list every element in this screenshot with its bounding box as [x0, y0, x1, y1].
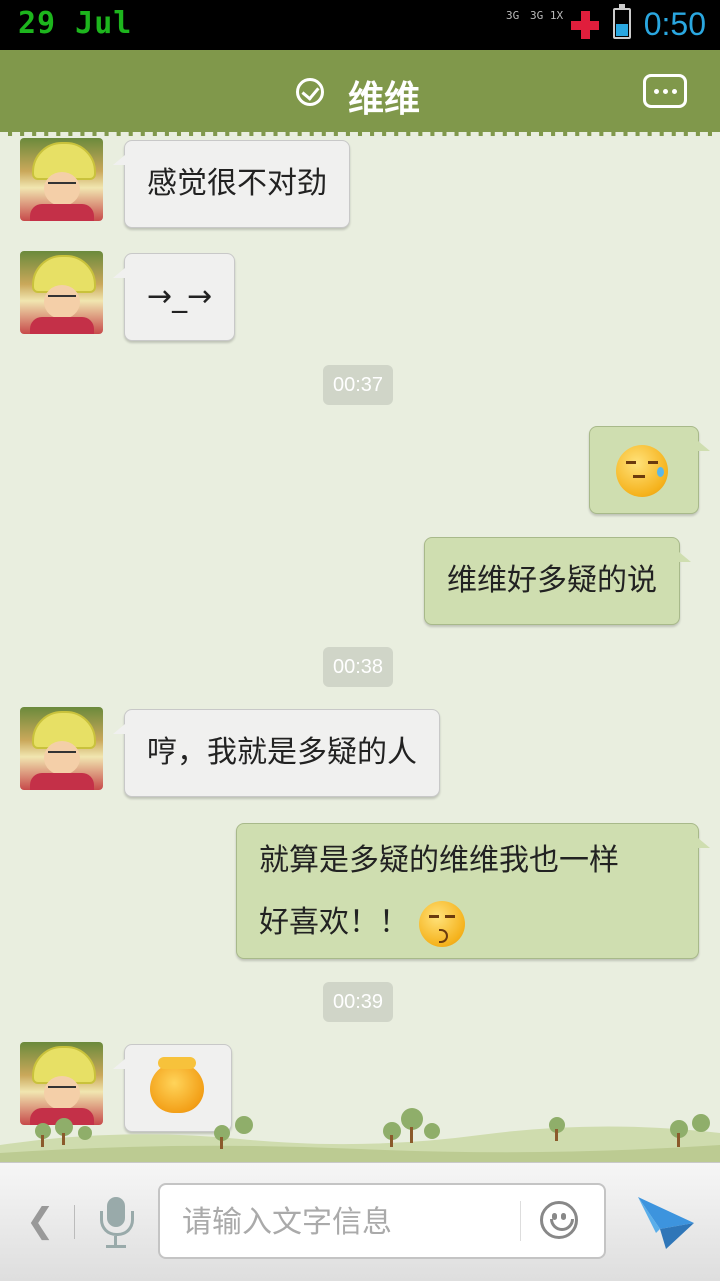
chat-header: 维维	[0, 50, 720, 136]
message-text-line-2: 好喜欢！！	[259, 892, 676, 954]
more-options-button[interactable]	[643, 74, 687, 108]
status-time: 0:50	[643, 6, 706, 42]
message-text: 哼，我就是多疑的人	[147, 735, 417, 770]
check-circle-icon	[296, 78, 324, 106]
message-text: 维维好多疑的说	[447, 563, 657, 598]
contact-avatar[interactable]	[20, 138, 103, 221]
status-date: 29 Jul	[18, 6, 133, 41]
message-bubble-incoming[interactable]: 感觉很不对劲	[113, 140, 350, 228]
contact-name[interactable]: 维维	[348, 70, 420, 122]
message-text: 感觉很不对劲	[147, 166, 327, 201]
timestamp: 00:39	[323, 982, 394, 1022]
contact-avatar[interactable]	[20, 251, 103, 334]
input-bar: ❮	[0, 1162, 720, 1281]
divider	[74, 1205, 75, 1239]
message-bubble-incoming[interactable]: →_→	[112, 253, 236, 341]
status-bar: 29 Jul 3G 3G 1X 0:50	[0, 0, 720, 50]
divider	[520, 1201, 521, 1241]
message-input[interactable]	[180, 1195, 504, 1249]
microphone-icon[interactable]	[100, 1197, 134, 1249]
sweat-smile-emoji	[616, 445, 668, 497]
message-bubble-outgoing[interactable]: 维维好多疑的说	[424, 537, 691, 625]
message-bubble-outgoing[interactable]	[589, 426, 710, 514]
battery-level	[616, 23, 628, 36]
medical-cross-icon	[571, 11, 599, 39]
timestamp: 00:37	[323, 365, 394, 405]
message-text: →_→	[147, 279, 213, 314]
contact-avatar[interactable]	[20, 707, 103, 790]
paper-plane-icon[interactable]	[636, 1193, 696, 1251]
hills-decoration	[0, 1108, 720, 1163]
chevron-left-icon[interactable]: ❮	[26, 1201, 55, 1241]
message-bubble-outgoing[interactable]: 就算是多疑的维维我也一样 好喜欢！！	[236, 823, 710, 959]
message-input-box[interactable]	[158, 1183, 606, 1259]
network-3g-1x-icon: 3G 1X	[530, 9, 564, 22]
message-bubble-incoming[interactable]: 哼，我就是多疑的人	[113, 709, 440, 797]
timestamp: 00:38	[323, 647, 394, 687]
network-3g-icon: 3G	[506, 9, 520, 22]
message-text: 好喜欢！！	[259, 905, 409, 940]
message-text-line-1: 就算是多疑的维维我也一样	[259, 843, 619, 878]
kiss-emoji	[418, 900, 465, 947]
battery-icon	[613, 4, 631, 39]
smiley-icon[interactable]	[540, 1201, 578, 1239]
